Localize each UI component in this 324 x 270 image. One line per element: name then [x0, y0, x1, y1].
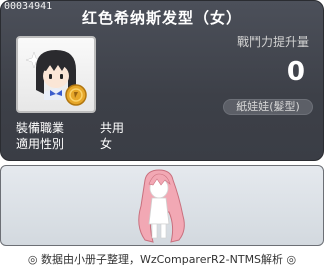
info-row-gender: 適用性別 女	[16, 135, 112, 152]
pink-hair-character-preview	[138, 169, 185, 243]
attack-increase-value: 0	[286, 57, 305, 87]
footer-credit: ◎ 数据由小册子整理，WzComparerR2-NTMS解析 ◎	[27, 253, 297, 266]
avatar-preview-panel	[0, 165, 324, 246]
tooltip-panel: 00034941 红色希纳斯发型（女） 戰鬥力提升量 0 紙娃娃(髮型) 裝備職…	[0, 0, 324, 161]
info-row-job: 裝備職業 共用	[16, 119, 124, 136]
attack-increase-label: 戰鬥力提升量	[236, 35, 309, 49]
info-value: 共用	[100, 121, 125, 135]
info-label: 裝備職業	[16, 121, 65, 135]
item-icon-box	[16, 36, 96, 113]
info-label: 適用性別	[16, 137, 65, 151]
item-title: 红色希纳斯发型（女）	[81, 9, 242, 27]
category-badge: 紙娃娃(髮型)	[223, 99, 313, 115]
female-character-with-coin-icon	[25, 50, 87, 106]
info-value: 女	[100, 137, 113, 151]
